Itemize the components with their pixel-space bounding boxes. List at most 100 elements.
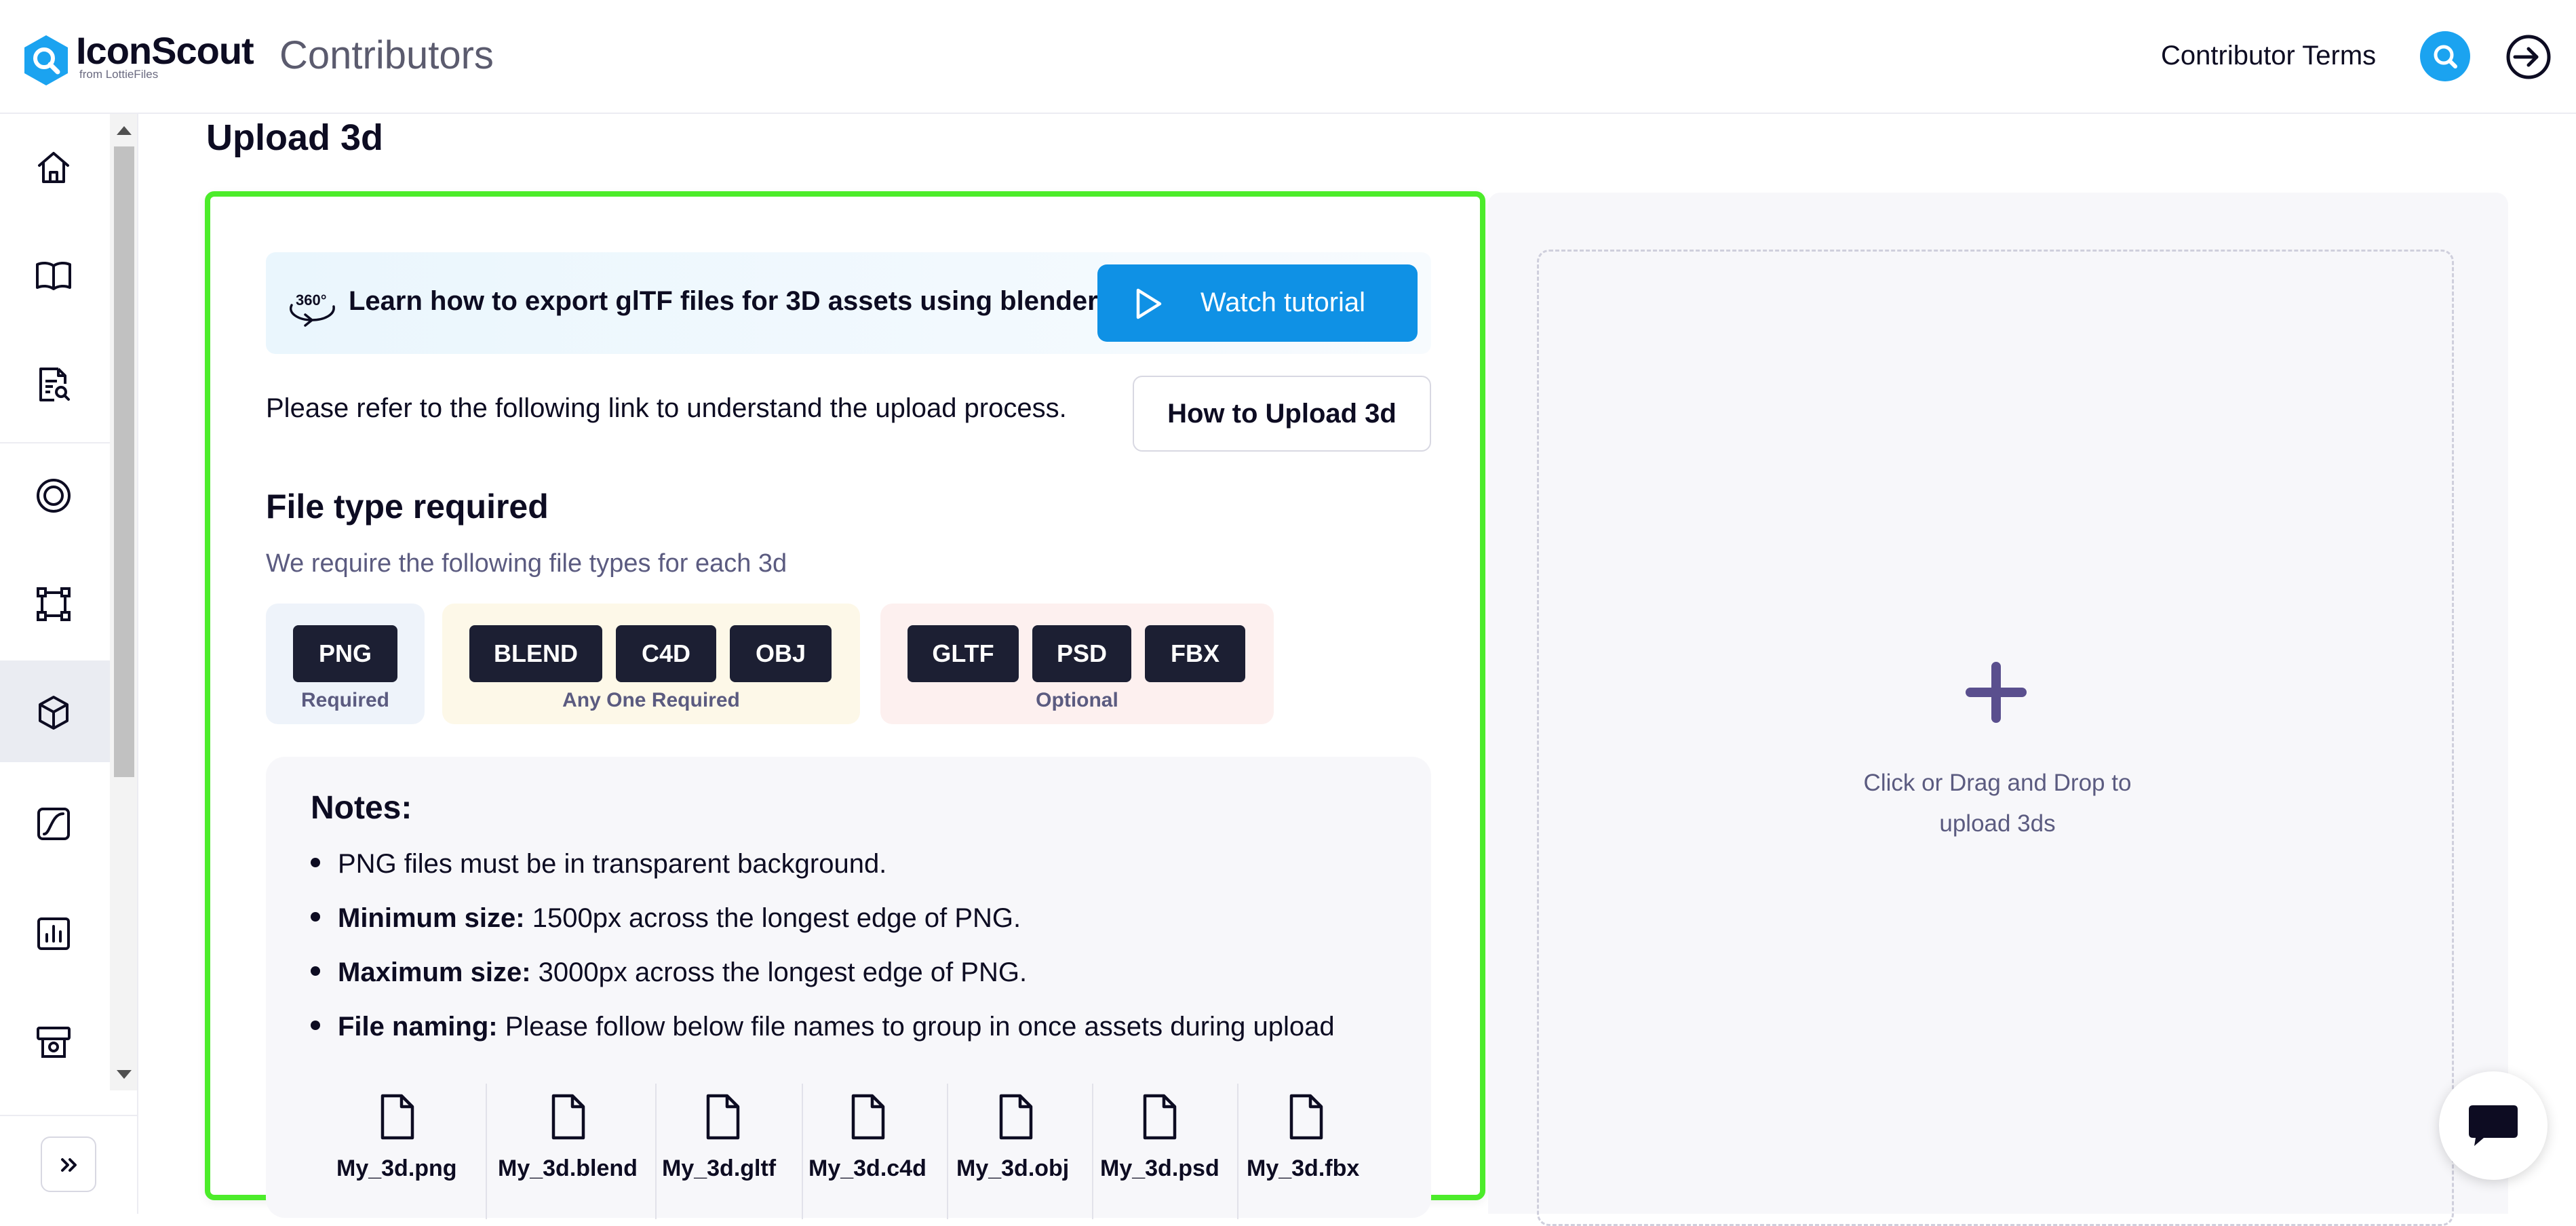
plus-icon	[1966, 662, 2027, 723]
notes-title: Notes:	[311, 790, 412, 826]
scroll-down-arrow[interactable]	[117, 1070, 132, 1079]
upload-process-text: Please refer to the following link to un…	[266, 393, 1067, 423]
sidebar-scrollbar[interactable]	[110, 114, 137, 1090]
sidebar-item-earnings[interactable]	[0, 990, 110, 1092]
file-name: My_3d.c4d	[808, 1155, 926, 1181]
file-icon	[1143, 1094, 1177, 1140]
file-name-example: My_3d.gltf	[662, 1075, 791, 1218]
user-avatar-icon[interactable]	[2420, 31, 2470, 81]
file-type-title: File type required	[266, 488, 549, 526]
brand-sub: from LottieFiles	[79, 68, 159, 81]
top-header: IconScout from LottieFiles Contributors …	[0, 0, 2576, 114]
file-icon	[380, 1094, 414, 1140]
chat-bubble-icon	[2469, 1105, 2518, 1146]
file-chip-obj: OBJ	[730, 625, 832, 682]
watch-tutorial-label: Watch tutorial	[1201, 288, 1366, 317]
bullet	[311, 912, 320, 922]
cube-icon	[39, 696, 69, 730]
bullet	[311, 1021, 320, 1031]
file-name: My_3d.png	[336, 1155, 457, 1181]
file-group-required: PNG Required	[266, 604, 425, 724]
file-name-example: My_3d.c4d	[808, 1075, 937, 1218]
file-group-caption: Required	[300, 689, 390, 711]
contributor-terms-link[interactable]: Contributor Terms	[2161, 41, 2376, 71]
dropzone-text: Click or Drag and Drop to upload 3ds	[1863, 770, 2132, 837]
file-name-example: My_3d.png	[336, 1075, 458, 1218]
note-item: Minimum size: 1500px across the longest …	[311, 903, 1021, 934]
tutorial-banner: 360° Learn how to export glTF files for …	[266, 252, 1431, 354]
sidebar-item-review[interactable]	[0, 332, 110, 434]
file-chip-psd: PSD	[1032, 625, 1131, 682]
upload-info-panel: 360° Learn how to export glTF files for …	[205, 191, 1485, 1219]
target-icon	[37, 479, 71, 513]
watch-tutorial-button[interactable]: Watch tutorial	[1097, 264, 1418, 342]
sidebar-item-guidelines[interactable]	[0, 224, 110, 325]
file-name: My_3d.blend	[498, 1155, 638, 1181]
double-chevron-right-icon	[61, 1158, 77, 1172]
sidebar	[0, 114, 138, 1214]
upload-dropzone[interactable]: Click or Drag and Drop to upload 3ds	[1537, 250, 2454, 1226]
vector-square-icon	[37, 587, 71, 621]
how-to-upload-button[interactable]: How to Upload 3d	[1133, 376, 1431, 452]
file-name-example: My_3d.blend	[498, 1075, 647, 1218]
file-group-caption: Optional	[1036, 689, 1118, 711]
sidebar-item-animations[interactable]	[0, 772, 110, 873]
play-icon	[1136, 288, 1162, 319]
file-name: My_3d.fbx	[1247, 1155, 1360, 1181]
nav-divider	[0, 1115, 137, 1116]
chat-button[interactable]	[2439, 1071, 2548, 1180]
360-view-icon: 360°	[290, 292, 335, 327]
file-icon	[851, 1094, 885, 1140]
sidebar-item-home[interactable]	[0, 115, 110, 217]
file-icon	[999, 1094, 1033, 1140]
file-group-any-one: BLEND C4D OBJ Any One Required	[442, 604, 860, 724]
open-book-icon	[36, 261, 71, 290]
file-icon	[706, 1094, 740, 1140]
logout-icon[interactable]	[2503, 31, 2554, 83]
expand-sidebar-button[interactable]	[41, 1136, 96, 1192]
page-title: Upload 3d	[206, 117, 384, 158]
sidebar-item-lottie[interactable]	[0, 443, 110, 545]
scroll-up-arrow[interactable]	[117, 126, 132, 135]
bar-chart-icon	[37, 917, 70, 950]
sidebar-item-analytics[interactable]	[0, 882, 110, 983]
file-icon	[551, 1094, 585, 1140]
file-name-example: My_3d.obj	[956, 1075, 1085, 1218]
section-title[interactable]: Contributors	[279, 33, 494, 78]
scroll-thumb[interactable]	[114, 146, 134, 777]
file-chip-gltf: GLTF	[908, 625, 1019, 682]
home-icon	[38, 152, 69, 183]
file-chip-blend: BLEND	[469, 625, 602, 682]
brand-name[interactable]: IconScout	[76, 28, 254, 73]
svg-text:360°: 360°	[296, 292, 327, 309]
file-separator	[947, 1084, 948, 1219]
file-separator	[655, 1084, 657, 1219]
file-name-example: My_3d.psd	[1100, 1075, 1229, 1218]
file-separator	[1237, 1084, 1238, 1219]
upload-area: Click or Drag and Drop to upload 3ds	[1488, 193, 2508, 1226]
file-chip-fbx: FBX	[1145, 625, 1245, 682]
file-chip-c4d: C4D	[616, 625, 716, 682]
file-type-subtitle: We require the following file types for …	[266, 549, 787, 578]
file-name: My_3d.obj	[956, 1155, 1070, 1181]
tutorial-text: Learn how to export glTF files for 3D as…	[349, 286, 1098, 316]
file-name: My_3d.gltf	[662, 1155, 777, 1181]
file-icon	[1289, 1094, 1323, 1140]
note-item: File naming: Please follow below file na…	[311, 1012, 1335, 1042]
file-separator	[1092, 1084, 1093, 1219]
file-group-optional: GLTF PSD FBX Optional	[880, 604, 1274, 724]
file-name: My_3d.psd	[1100, 1155, 1219, 1181]
file-separator	[802, 1084, 803, 1219]
sidebar-item-3d[interactable]	[0, 660, 110, 762]
note-item: PNG files must be in transparent backgro…	[311, 849, 886, 879]
notes-box: Notes: PNG files must be in transparent …	[266, 757, 1431, 1219]
document-search-icon	[39, 368, 70, 401]
file-name-example: My_3d.fbx	[1247, 1075, 1375, 1218]
sidebar-item-illustrations[interactable]	[0, 552, 110, 654]
iconscout-logo-icon[interactable]	[20, 34, 73, 87]
atm-icon	[37, 1027, 71, 1058]
file-chip-png: PNG	[293, 625, 397, 682]
curve-icon	[37, 808, 70, 840]
bullet	[311, 966, 320, 976]
bullet	[311, 858, 320, 868]
